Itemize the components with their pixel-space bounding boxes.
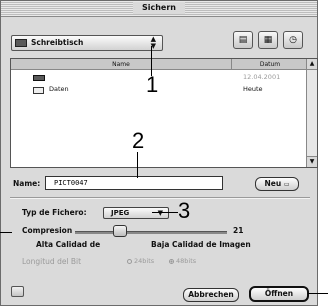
callout-3-leader xyxy=(152,212,178,213)
list-item[interactable]: 12.04.2001 xyxy=(11,73,307,83)
bit-depth-label: Longitud del Bit xyxy=(22,257,82,266)
compression-slider-thumb[interactable] xyxy=(113,225,127,237)
folder-plus-icon: ▭ xyxy=(283,181,290,188)
radio-48bits[interactable]: 48bits xyxy=(169,257,196,265)
save-dialog: Sichern Schreibtisch ▲ ▼ ▤ ▦ ◷ Name Datum… xyxy=(0,0,318,306)
file-list[interactable]: Name Datum 12.04.2001 Daten Heute ▲ ▼ xyxy=(10,58,318,168)
folder-icon xyxy=(15,39,27,47)
file-name: Daten xyxy=(49,85,69,93)
compression-slider-track[interactable] xyxy=(75,231,227,234)
new-folder-button[interactable]: Neu ▭ xyxy=(255,177,299,191)
file-type-value: JPEG xyxy=(111,209,130,217)
column-header-name[interactable]: Name xyxy=(11,59,231,70)
vertical-scrollbar[interactable]: ▲ ▼ xyxy=(306,59,317,167)
name-field[interactable] xyxy=(45,176,223,190)
new-folder-label: Neu xyxy=(264,179,282,188)
file-date: Heute xyxy=(243,85,263,93)
location-label: Schreibtisch xyxy=(31,38,84,47)
desktop-button[interactable]: ▤ xyxy=(233,31,253,49)
left-callout-leader xyxy=(0,232,12,233)
radio-off-icon xyxy=(127,258,132,264)
scroll-down-icon[interactable]: ▼ xyxy=(307,156,317,167)
window-title: Sichern xyxy=(132,2,186,14)
compression-value: 21 xyxy=(233,226,244,235)
cancel-button[interactable]: Abbrechen xyxy=(183,288,239,302)
file-type-label: Typ de Fichero: xyxy=(22,208,87,217)
chevron-down-icon: ▼ xyxy=(157,209,163,217)
open-button[interactable]: Öffnen xyxy=(249,286,309,302)
callout-2-leader xyxy=(137,152,138,178)
title-bar[interactable]: Sichern xyxy=(1,1,317,17)
quality-low-label: Baja Calidad de Imagen xyxy=(151,240,251,249)
desktop-icon: ▤ xyxy=(238,35,248,45)
drive-icon xyxy=(33,75,45,81)
location-popup[interactable]: Schreibtisch ▲ ▼ xyxy=(11,35,163,51)
divider xyxy=(10,197,310,199)
scroll-up-icon[interactable]: ▲ xyxy=(307,59,317,70)
list-item[interactable]: Daten Heute xyxy=(11,85,307,95)
recent-button[interactable]: ◷ xyxy=(283,31,303,49)
shortcuts-button[interactable]: ▦ xyxy=(258,31,278,49)
radio-on-icon xyxy=(169,258,174,264)
clock-icon: ◷ xyxy=(289,35,297,45)
compression-label: Compresion xyxy=(22,226,73,235)
file-date: 12.04.2001 xyxy=(243,73,281,81)
column-header-date[interactable]: Datum xyxy=(231,59,308,70)
add-favorite-icon[interactable] xyxy=(11,286,24,297)
folder-icon xyxy=(33,87,44,94)
shortcuts-icon: ▦ xyxy=(263,35,273,45)
callout-3: 3 xyxy=(178,198,191,223)
name-label: Name: xyxy=(13,179,41,188)
callout-1-leader xyxy=(151,46,152,76)
radio-24bits[interactable]: 24bits xyxy=(127,257,154,265)
callout-1: 1 xyxy=(146,72,159,97)
file-type-popup[interactable]: JPEG ▼ xyxy=(103,207,169,219)
callout-2: 2 xyxy=(132,128,145,153)
quality-high-label: Alta Calidad de xyxy=(36,240,101,249)
right-callout-leader xyxy=(308,293,328,294)
